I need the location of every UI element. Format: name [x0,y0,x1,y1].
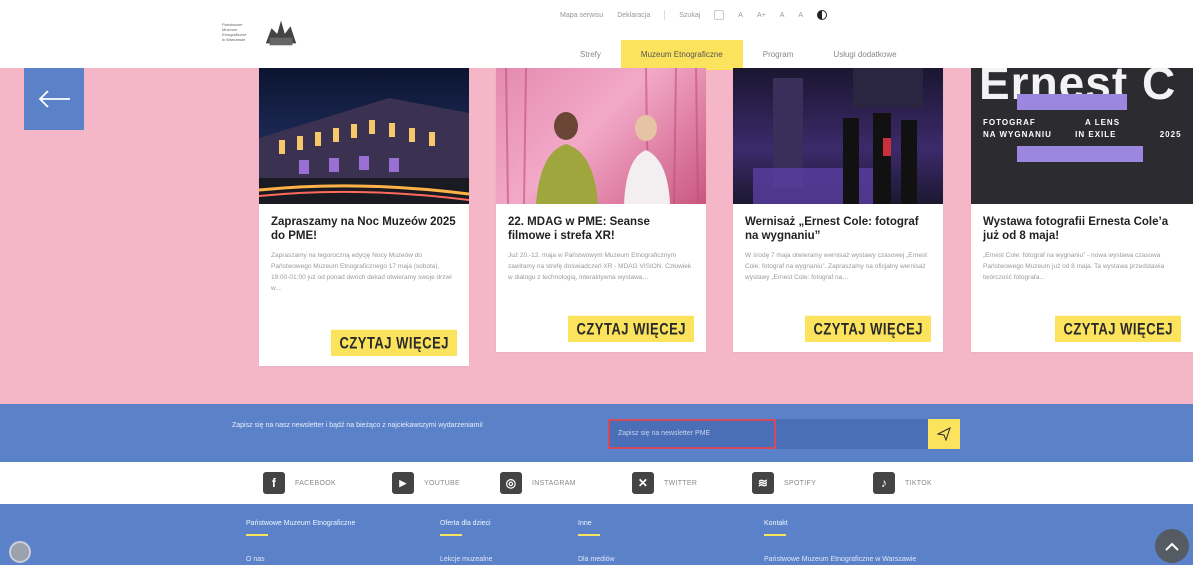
font-size-option-a[interactable]: A [780,12,785,19]
footer-heading: Kontakt [764,520,788,527]
card-excerpt: Zapraszamy na tegoroczną edycję Nocy Muz… [271,252,452,292]
tiktok-icon: ♪ [873,472,895,494]
footer-column: Oferta dla dzieci Lekcje muzealne [440,520,493,563]
footer-underline [764,534,786,536]
news-card[interactable]: Zapraszamy na Noc Muzeów 2025 do PME! Za… [259,68,469,366]
card-excerpt: W środę 7 maja otwieramy wernisaż wystaw… [745,252,928,281]
social-link-tiktok[interactable]: ♪ TIKTOK [873,472,932,494]
social-label: TWITTER [664,479,698,487]
read-more-button[interactable]: CZYTAJ WIĘCEJ [331,329,457,356]
night-building-image [259,98,469,204]
newsletter-email-input[interactable]: Zapisz się na newsletter PME [608,419,776,449]
card-image [496,68,706,204]
nav-item-strefy[interactable]: Strefy [560,40,621,70]
poster-line2: NA WYGNANIU IN EXILE 2025 [983,130,1182,139]
card-image [733,68,943,204]
footer-column: Inne Dla mediów [578,520,615,563]
footer-underline [440,534,462,536]
site-map-link[interactable]: Mapa serwisu [560,12,603,19]
card-excerpt: „Ernest Cole: fotograf na wygnaniu” - no… [983,252,1165,281]
utility-bar: Mapa serwisu Deklaracja Szukaj A A+ A A [560,10,828,20]
newsletter-section: Zapisz się na nasz newsletter i bądź na … [0,404,1193,462]
social-label: TIKTOK [905,479,932,487]
poster-line1: FOTOGRAF A LENS [983,118,1121,127]
footer-column: Państwowe Muzeum Etnograficzne O nas [246,520,355,563]
newsletter-text: Zapisz się na nasz newsletter i bądź na … [232,422,483,429]
read-more-button[interactable]: CZYTAJ WIĘCEJ [568,315,694,342]
declaration-link[interactable]: Deklaracja [617,12,650,19]
footer-column: Kontakt Państwowe Muzeum Etnograficzne w… [764,520,916,563]
footer-link[interactable]: Lekcje muzealne [440,556,493,563]
gallery-opening-photo [753,68,923,204]
card-title[interactable]: 22. MDAG w PME: Seanse filmowe i strefa … [508,215,694,243]
spotify-icon: ≋ [752,472,774,494]
footer-underline [578,534,600,536]
card-title[interactable]: Zapraszamy na Noc Muzeów 2025 do PME! [271,215,457,243]
logo-mark-icon [265,20,297,46]
news-card[interactable]: Wernisaż „Ernest Cole: fotograf na wygna… [733,68,943,352]
divider [664,10,666,20]
main-nav: Strefy Muzeum Etnograficzne Program Usłu… [560,40,917,70]
social-label: INSTAGRAM [532,479,576,487]
footer-heading: Inne [578,520,592,527]
read-more-button[interactable]: CZYTAJ WIĘCEJ [805,315,931,342]
site-footer: Państwowe Muzeum Etnograficzne O nas Ofe… [0,504,1193,565]
footer-heading: Państwowe Muzeum Etnograficzne [246,520,356,527]
footer-link[interactable]: Dla mediów [578,556,615,563]
social-label: FACEBOOK [295,479,336,487]
nav-item-uslugi-dodatkowe[interactable]: Usługi dodatkowe [813,40,916,70]
logo-text: Państwowe Muzeum Etnograficzne w Warszaw… [222,22,247,42]
carousel-prev-button[interactable] [24,68,84,130]
search-link[interactable]: Szukaj [679,12,700,19]
chevron-up-icon [1165,542,1179,551]
social-link-instagram[interactable]: ◎ INSTAGRAM [500,472,576,494]
news-card[interactable]: 22. MDAG w PME: Seanse filmowe i strefa … [496,68,706,352]
font-size-option-b[interactable]: A [798,12,803,19]
news-card[interactable]: Ernest C FOTOGRAF A LENS NA WYGNANIU IN … [971,68,1193,352]
card-title[interactable]: Wernisaż „Ernest Cole: fotograf na wygna… [745,215,931,243]
social-label: SPOTIFY [784,479,817,487]
footer-underline [246,534,268,536]
pink-curtain-photo [505,68,699,204]
poster-purple-bar [1017,94,1127,110]
card-title[interactable]: Wystawa fotografii Ernesta Cole’a już od… [983,215,1181,243]
social-link-youtube[interactable]: ▶ YOUTUBE [392,472,460,494]
card-excerpt: Już 20.-12. maja w Państwowym Muzeum Etn… [508,252,692,281]
footer-heading: Oferta dla dzieci [440,520,491,527]
social-bar: f FACEBOOK ▶ YOUTUBE ◎ INSTAGRAM ✕ TWITT… [0,462,1193,504]
site-header: Państwowe Muzeum Etnograficzne w Warszaw… [0,0,1193,70]
social-link-spotify[interactable]: ≋ SPOTIFY [752,472,816,494]
paper-plane-icon [937,427,951,441]
nav-item-program[interactable]: Program [743,40,814,70]
nav-item-muzeum-etnograficzne[interactable]: Muzeum Etnograficzne [620,40,743,70]
accessibility-help-icon[interactable] [9,541,31,563]
museum-logo[interactable]: Państwowe Muzeum Etnograficzne w Warszaw… [222,14,300,50]
card-image [259,68,469,204]
card-image: Ernest C FOTOGRAF A LENS NA WYGNANIU IN … [971,68,1193,204]
instagram-icon: ◎ [500,472,522,494]
footer-link[interactable]: O nas [246,556,355,563]
twitter-x-icon: ✕ [632,472,654,494]
scroll-to-top-button[interactable] [1155,529,1189,563]
social-link-facebook[interactable]: f FACEBOOK [263,472,336,494]
social-link-twitter[interactable]: ✕ TWITTER [632,472,697,494]
poster-purple-block [1017,146,1143,162]
newsletter-input-fill [776,419,928,449]
arrow-left-icon [38,90,70,108]
social-label: YOUTUBE [424,479,460,487]
read-more-button[interactable]: CZYTAJ WIĘCEJ [1055,315,1181,342]
contrast-icon[interactable] [817,10,828,20]
youtube-icon: ▶ [392,472,414,494]
newsletter-send-button[interactable] [928,419,960,449]
layout-toggle[interactable] [714,10,725,20]
footer-link[interactable]: Państwowe Muzeum Etnograficzne w Warszaw… [764,556,916,563]
facebook-icon: f [263,472,285,494]
font-size-large[interactable]: A+ [757,12,766,19]
font-size-normal[interactable]: A [738,12,743,19]
